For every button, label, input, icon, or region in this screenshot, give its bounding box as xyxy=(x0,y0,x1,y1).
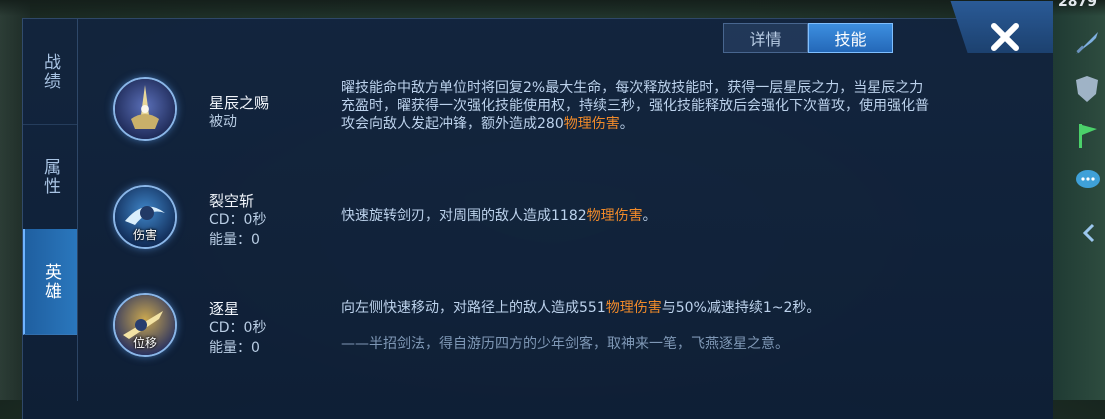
skill-icon-1[interactable]: 伤害 xyxy=(113,185,177,249)
skill-name: 星辰之赐 xyxy=(209,94,270,112)
star-blade-icon xyxy=(115,79,175,139)
chevron-left-icon[interactable] xyxy=(1080,222,1098,248)
skill-description: 快速旋转剑刃，对周围的敌人造成1182物理伤害。 xyxy=(341,207,931,225)
hud-top-fade xyxy=(0,0,1105,16)
skill-flavor-quote: ——半招剑法，得自游历四方的少年剑客，取神来一笔，飞燕逐星之意。 xyxy=(341,336,789,352)
chat-icon[interactable] xyxy=(1074,168,1102,198)
skill-cd: CD：0秒 xyxy=(209,212,267,228)
hero-detail-panel: 战绩 属性 英雄 详情 技能 星辰之赐 被动 曜技能命中敌方单位时将回复2%最大… xyxy=(22,1,1053,419)
close-button[interactable] xyxy=(983,19,1027,55)
description-text-end: 与50%减速持续1~2秒。 xyxy=(661,300,821,316)
flag-icon[interactable] xyxy=(1075,122,1101,154)
shield-icon[interactable] xyxy=(1074,74,1100,108)
skill-description: 向左侧快速移动，对路径上的敌人造成551物理伤害与50%减速持续1~2秒。 xyxy=(341,299,931,317)
skill-description: 曜技能命中敌方单位时将回复2%最大生命，每次释放技能时，获得一层星辰之力，当星辰… xyxy=(341,79,931,133)
damage-type-highlight: 物理伤害 xyxy=(563,116,620,132)
skill-cd: CD：0秒 xyxy=(209,320,267,336)
skill-icon-2[interactable]: 位移 xyxy=(113,293,177,357)
skill-icon-tag: 伤害 xyxy=(132,228,157,242)
skill-name: 逐星 xyxy=(209,300,240,318)
side-tab-hero[interactable]: 英雄 xyxy=(23,229,77,335)
side-divider xyxy=(77,19,78,401)
skill-type: 被动 xyxy=(209,114,237,130)
side-tab-attributes[interactable]: 属性 xyxy=(23,124,77,230)
side-tab-record[interactable]: 战绩 xyxy=(23,19,77,125)
tab-details[interactable]: 详情 xyxy=(723,23,808,53)
description-text: 曜技能命中敌方单位时将回复2%最大生命，每次释放技能时，获得一层星辰之力，当星辰… xyxy=(341,80,929,132)
skill-name: 裂空斩 xyxy=(209,192,255,210)
skill-energy: 能量：0 xyxy=(209,232,260,248)
damage-type-highlight: 物理伤害 xyxy=(605,300,662,316)
description-text: 快速旋转剑刃，对周围的敌人造成1182 xyxy=(341,208,587,224)
top-tab-bar: 详情 技能 xyxy=(723,23,893,53)
sword-icon[interactable] xyxy=(1072,28,1102,62)
skill-energy: 能量：0 xyxy=(209,340,260,356)
skill-icon-passive[interactable] xyxy=(113,77,177,141)
description-text-end: 。 xyxy=(642,208,657,224)
description-text: 向左侧快速移动，对路径上的敌人造成551 xyxy=(341,300,606,316)
damage-type-highlight: 物理伤害 xyxy=(586,208,643,224)
close-icon xyxy=(991,23,1019,51)
score-counter: 2879 xyxy=(1058,0,1097,10)
tab-skills[interactable]: 技能 xyxy=(808,23,893,53)
description-text-end: 。 xyxy=(619,116,634,132)
side-tab-bar: 战绩 属性 英雄 xyxy=(23,19,77,401)
skill-icon-tag: 位移 xyxy=(132,336,157,350)
